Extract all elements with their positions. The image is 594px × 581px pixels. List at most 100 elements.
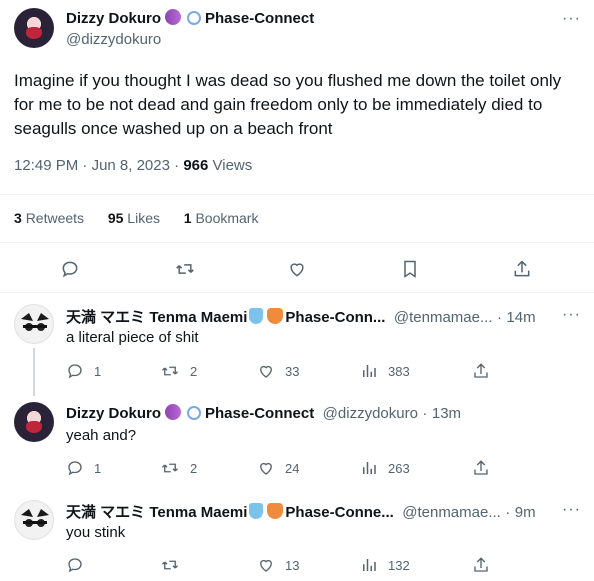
fox-emoji-icon <box>267 308 284 324</box>
retweets-count: 3 <box>14 210 22 226</box>
reply-author-name[interactable]: 天満 マエミ Tenma Maemi <box>66 504 247 521</box>
bookmarks-count: 1 <box>183 210 192 226</box>
share-icon[interactable] <box>472 556 490 574</box>
link-emoji-icon <box>184 404 204 423</box>
meta-separator: · <box>505 504 511 521</box>
like-action[interactable]: 24 <box>257 459 299 477</box>
reply-action[interactable]: 1 <box>66 362 101 380</box>
share-icon[interactable] <box>472 362 490 380</box>
retweet-icon[interactable] <box>174 259 196 279</box>
views-count: 383 <box>388 363 410 379</box>
views-count: 132 <box>388 557 410 573</box>
views-action[interactable]: 383 <box>360 362 410 380</box>
author-name[interactable]: Dizzy Dokuro <box>66 10 161 27</box>
divider <box>0 194 594 195</box>
reply-count: 1 <box>94 363 102 379</box>
retweet-icon <box>160 556 180 574</box>
reply-icon <box>66 362 84 380</box>
avatar[interactable] <box>14 8 54 48</box>
like-action[interactable]: 33 <box>257 362 299 380</box>
more-icon[interactable]: ··· <box>562 501 581 519</box>
tweet-date[interactable]: Jun 8, 2023 <box>92 157 170 174</box>
author-affiliation[interactable]: Phase-Connect <box>205 10 314 27</box>
reply-handle[interactable]: @tenmamae... <box>394 309 493 326</box>
reply-icon <box>66 556 84 574</box>
likes-stat[interactable]: 95 Likes <box>108 210 160 226</box>
blue-emoji-icon <box>249 503 264 519</box>
tweet-meta: 12:49 PM · Jun 8, 2023 · 966 Views <box>14 157 252 174</box>
tweet-time[interactable]: 12:49 PM <box>14 157 78 174</box>
reply-author-affiliation[interactable]: Phase-Conn... <box>285 309 385 326</box>
reply-text: yeah and? <box>66 427 137 444</box>
author-handle[interactable]: @dizzydokuro <box>66 31 161 48</box>
reply-author-affiliation[interactable]: Phase-Conne... <box>285 504 393 521</box>
avatar[interactable] <box>14 500 54 540</box>
retweet-action[interactable] <box>160 556 190 574</box>
reply-header: 天満 マエミ Tenma Maemi Phase-Conn... @tenmama… <box>66 306 566 327</box>
reply-handle[interactable]: @tenmamae... <box>402 504 501 521</box>
share-icon[interactable] <box>512 259 532 279</box>
link-emoji-icon <box>184 8 204 28</box>
retweet-action[interactable]: 2 <box>160 362 197 380</box>
reply-author-name[interactable]: Dizzy Dokuro <box>66 405 161 422</box>
like-icon <box>257 362 275 380</box>
views-action[interactable]: 263 <box>360 459 410 477</box>
reply-count: 1 <box>94 460 102 476</box>
likes-count: 95 <box>107 210 124 226</box>
reply-action[interactable]: 1 <box>66 459 101 477</box>
likes-label: Likes <box>127 210 160 226</box>
retweet-icon <box>160 459 180 477</box>
share-icon[interactable] <box>472 459 490 477</box>
reply-time[interactable]: 13m <box>432 405 461 422</box>
reply-time[interactable]: 9m <box>515 504 536 521</box>
reply-header: 天満 マエミ Tenma Maemi Phase-Conne... @tenmam… <box>66 501 566 522</box>
retweet-count: 2 <box>190 363 198 379</box>
meta-separator: · <box>82 157 88 174</box>
like-count: 13 <box>285 557 300 573</box>
reply-handle[interactable]: @dizzydokuro <box>323 405 418 422</box>
bookmarks-label: Bookmark <box>195 210 259 226</box>
thread-line <box>33 348 35 396</box>
reply-author-name[interactable]: 天満 マエミ Tenma Maemi <box>66 309 247 326</box>
views-label: Views <box>212 157 253 174</box>
like-icon[interactable] <box>287 259 307 279</box>
reply-action[interactable] <box>66 556 94 574</box>
caterpillar-emoji-icon <box>165 404 182 420</box>
retweets-label: Retweets <box>25 210 85 226</box>
reply-text: you stink <box>66 524 126 541</box>
fox-emoji-icon <box>267 503 284 519</box>
views-icon <box>360 362 378 380</box>
like-icon <box>257 459 275 477</box>
reply-icon <box>66 459 84 477</box>
like-action[interactable]: 13 <box>257 556 299 574</box>
views-count: 263 <box>388 460 410 476</box>
blue-emoji-icon <box>249 308 264 324</box>
avatar[interactable] <box>14 402 54 442</box>
meta-separator: · <box>174 157 180 174</box>
divider <box>0 242 594 243</box>
like-count: 33 <box>285 363 300 379</box>
bookmarks-stat[interactable]: 1 Bookmark <box>184 210 259 226</box>
reply-time[interactable]: 14m <box>506 309 535 326</box>
bookmark-icon[interactable] <box>400 259 420 279</box>
views-icon <box>360 459 378 477</box>
retweet-action[interactable]: 2 <box>160 459 197 477</box>
caterpillar-emoji-icon <box>165 9 182 25</box>
views-action[interactable]: 132 <box>360 556 410 574</box>
divider <box>0 292 594 293</box>
retweets-stat[interactable]: 3 Retweets <box>14 210 84 226</box>
more-icon[interactable]: ··· <box>562 306 581 324</box>
author-line: Dizzy Dokuro Phase-Connect <box>66 8 314 28</box>
views-icon <box>360 556 378 574</box>
reply-author-affiliation[interactable]: Phase-Connect <box>205 405 314 422</box>
reply-header: Dizzy Dokuro Phase-Connect @dizzydokuro ·… <box>66 404 566 423</box>
views-count: 966 <box>183 157 209 174</box>
meta-separator: · <box>422 405 428 422</box>
engagement-stats: 3 Retweets 95 Likes 1 Bookmark <box>14 210 258 226</box>
meta-separator: · <box>496 309 502 326</box>
tweet-text: Imagine if you thought I was dead so you… <box>14 71 562 138</box>
reply-icon[interactable] <box>60 259 80 279</box>
more-icon[interactable]: ··· <box>562 10 581 28</box>
retweet-icon <box>160 362 180 380</box>
avatar[interactable] <box>14 304 54 344</box>
